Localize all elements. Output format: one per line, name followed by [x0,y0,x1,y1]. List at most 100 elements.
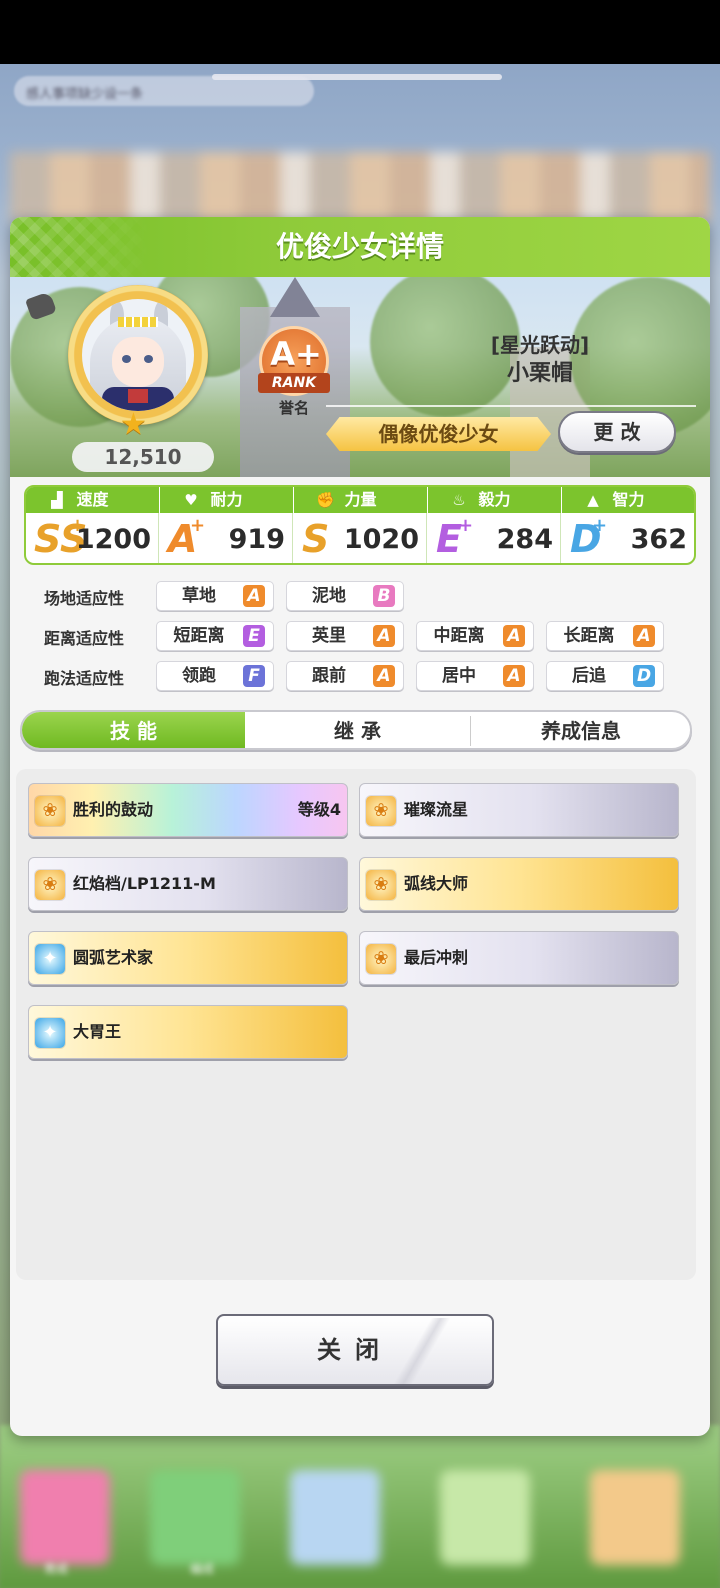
skill-card[interactable]: ✦ 圆弧艺术家 [28,931,348,985]
portrait-image [82,299,194,411]
aptitude-grade: B [373,585,395,607]
aptitude-cell: 泥地 B [286,581,404,611]
tab-skills[interactable]: 技 能 [22,712,245,748]
skill-name: 弧线大师 [404,874,469,893]
epithet-banner: 偶像优俊少女 [326,417,551,451]
stat-label: 耐力 [210,490,243,509]
skill-name: 璀璨流星 [404,800,469,819]
aptitude-name: 短距离 [173,626,225,646]
character-portrait[interactable] [68,285,208,425]
stat-label: 智力 [612,490,645,509]
stat-grade-plus: + [190,515,206,536]
background-nav-label: 编成 [190,1562,215,1576]
skill-symbol: ❀ [373,800,389,821]
skill-card[interactable]: ❀ 最后冲刺 [359,931,679,985]
arm-icon: ✊ [316,491,335,509]
star-icon: ★ [120,407,147,442]
skill-card[interactable]: ✦ 大胃王 [28,1005,348,1059]
skill-list: ❀ 胜利的鼓动 等级4 ❀ 璀璨流星 ❀ 红焰档/LP1211-M ❀ 弧线大师 ✦ 圆弧艺术家 ❀ 最… [16,769,696,1280]
graduation-cap-icon: ▲ [587,491,599,509]
stat-value: 1200 [75,524,151,555]
stat-value: 284 [496,524,553,555]
aptitude-cell: 英里 A [286,621,404,651]
skill-card[interactable]: ❀ 胜利的鼓动 等级4 [28,783,348,837]
tab-training-info[interactable]: 养成信息 [470,712,690,748]
portrait-bow [128,389,148,403]
stat-grade-plus: + [592,515,608,536]
aptitude-grade: D [633,665,655,687]
stat-value: 1020 [343,524,419,555]
skill-symbol: ✦ [42,1022,58,1043]
aptitude-cell: 短距离 E [156,621,274,651]
stat-2: ✊ 力量 S 1020 [294,487,427,563]
aptitude-row-label: 场地适应性 [44,589,125,608]
aptitude-name: 中距离 [433,626,485,646]
aptitude-name: 跟前 [312,666,346,686]
aptitude-cell: 后追 D [546,661,664,691]
background-nav-tile [440,1470,530,1565]
aptitude-grade: A [243,585,265,607]
aptitude-name: 后追 [572,666,606,686]
aptitude-name: 草地 [182,586,216,606]
skill-level: 等级4 [297,800,341,819]
background-chat-pill: 感人事项缺少设一条 [14,76,314,106]
change-button[interactable]: 更 改 [558,411,676,453]
skill-icon: ❀ [366,870,396,900]
character-hero: ★ 12,510 A+ RANK 誉名 [星光跃动] 小栗帽 偶像优俊少女 更 … [10,277,710,477]
skill-icon: ✦ [35,944,65,974]
rank-ribbon: RANK [258,373,330,393]
aptitude-cell: 草地 A [156,581,274,611]
stat-header: ▟ 速度 [26,487,159,513]
skill-card[interactable]: ❀ 红焰档/LP1211-M [28,857,348,911]
background-bottom-nav: 育成 编成 [0,1425,720,1588]
background-nav-tile [20,1470,110,1565]
aptitude-name: 领跑 [182,666,216,686]
background-nav-label: 育成 [44,1562,69,1576]
close-button[interactable]: 关闭 [216,1314,494,1386]
skill-icon: ❀ [366,944,396,974]
skill-card[interactable]: ❀ 弧线大师 [359,857,679,911]
stat-divider [158,513,159,563]
aptitude-cell: 居中 A [416,661,534,691]
skill-icon: ❀ [366,796,396,826]
stat-1: ♥ 耐力 A +919 [160,487,293,563]
shoe-icon: ▟ [51,491,63,509]
skill-name: 红焰档/LP1211-M [73,874,216,893]
portrait-face [112,337,164,387]
status-bar [0,0,720,64]
rank-grade: A+ [270,335,322,373]
stat-label: 力量 [344,490,377,509]
skill-name: 胜利的鼓动 [73,800,154,819]
stat-divider [560,513,561,563]
skill-name: 最后冲刺 [404,948,469,967]
umamusume-detail-dialog: 优俊少女详情 ★ 12,510 A+ RANK 誉名 [星光跃动] 小栗帽 偶像… [10,217,710,1436]
background-nav-tile [290,1470,380,1565]
skill-card[interactable]: ❀ 璀璨流星 [359,783,679,837]
heart-icon: ♥ [184,491,198,509]
aptitude-cell: 领跑 F [156,661,274,691]
skill-symbol: ✦ [42,948,58,969]
background-nav-tile [150,1470,240,1565]
stats-table: ▟ 速度 SS +1200 ♥ 耐力 A +919 ✊ 力量 S 1020 ♨ 毅力 E +284 ▲ 智力 D +3… [24,485,696,565]
aptitude-name: 泥地 [312,586,346,606]
skill-symbol: ❀ [373,874,389,895]
aptitude-grade: A [503,625,525,647]
stat-grade: S [302,517,330,561]
stat-label: 毅力 [478,490,511,509]
divider [326,405,696,407]
aptitude-row-label: 跑法适应性 [44,669,125,688]
stat-3: ♨ 毅力 E +284 [428,487,561,563]
aptitude-name: 英里 [312,626,346,646]
stat-label: 速度 [76,490,109,509]
tab-bar: 技 能 继 承 养成信息 [20,710,692,750]
background-chat-text: 感人事项缺少设一条 [26,87,144,102]
rank-label: 誉名 [278,399,309,417]
aptitude-grade: E [243,625,265,647]
stat-header: ✊ 力量 [294,487,427,513]
fan-count: 12,510 [72,442,214,472]
aptitude-name: 居中 [442,666,476,686]
tab-inheritance[interactable]: 继 承 [245,712,470,748]
skill-symbol: ❀ [373,948,389,969]
stat-header: ♨ 毅力 [428,487,561,513]
aptitude-grade: A [503,665,525,687]
